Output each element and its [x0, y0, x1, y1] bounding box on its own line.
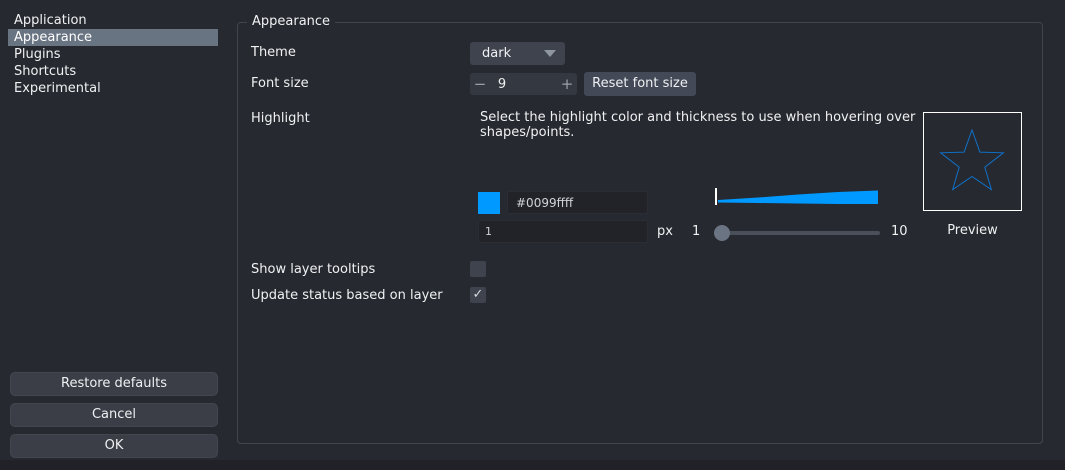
ok-button[interactable]: OK [10, 434, 218, 458]
check-icon: ✓ [473, 287, 484, 302]
update-status-label: Update status based on layer [251, 288, 443, 303]
theme-dropdown[interactable]: dark [470, 42, 565, 65]
highlight-color-swatch[interactable] [478, 192, 500, 214]
thickness-preview-wedge [718, 187, 878, 207]
theme-dropdown-value: dark [470, 46, 544, 61]
show-layer-tooltips-label: Show layer tooltips [251, 262, 375, 277]
thickness-slider-track[interactable] [714, 231, 880, 235]
highlight-description: Select the highlight color and thickness… [480, 110, 922, 140]
window-bottom-edge [0, 460, 1065, 470]
sidebar-item-application[interactable]: Application [8, 12, 218, 29]
decrement-button[interactable]: − [470, 74, 490, 94]
px-unit-label: px [657, 224, 673, 239]
font-size-label: Font size [251, 76, 309, 91]
chevron-down-icon [544, 50, 556, 57]
sidebar-item-plugins[interactable]: Plugins [8, 46, 218, 63]
update-status-checkbox[interactable]: ✓ [470, 287, 486, 303]
highlight-label: Highlight [251, 111, 310, 126]
star-icon [924, 113, 1021, 210]
slider-min-label: 1 [692, 224, 700, 239]
slider-max-label: 10 [891, 224, 908, 239]
thickness-preview-tick [715, 188, 717, 205]
groupbox-title: Appearance [247, 14, 335, 29]
settings-category-list: Application Appearance Plugins Shortcuts… [8, 12, 218, 97]
reset-font-size-button[interactable]: Reset font size [584, 72, 696, 96]
thickness-slider-handle[interactable] [714, 225, 730, 241]
show-layer-tooltips-checkbox[interactable] [470, 261, 486, 277]
sidebar-item-appearance[interactable]: Appearance [8, 29, 218, 46]
highlight-color-hex-input[interactable] [507, 191, 648, 214]
highlight-preview-box [923, 112, 1022, 211]
preview-label: Preview [923, 223, 1022, 238]
sidebar-item-shortcuts[interactable]: Shortcuts [8, 63, 218, 80]
preferences-dialog: Application Appearance Plugins Shortcuts… [0, 0, 1065, 470]
highlight-thickness-input[interactable] [478, 220, 648, 243]
theme-label: Theme [251, 45, 296, 60]
restore-defaults-button[interactable]: Restore defaults [10, 372, 218, 396]
cancel-button[interactable]: Cancel [10, 403, 218, 427]
font-size-spinbox: − 9 + [470, 73, 577, 95]
font-size-value[interactable]: 9 [490, 77, 514, 92]
increment-button[interactable]: + [557, 74, 577, 94]
sidebar-item-experimental[interactable]: Experimental [8, 80, 218, 97]
